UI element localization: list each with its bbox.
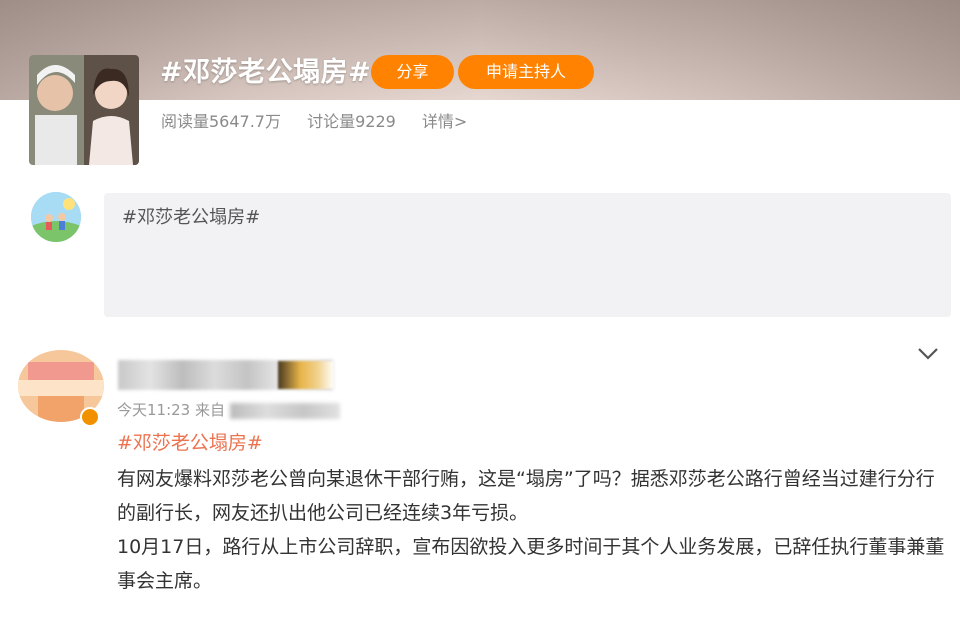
verified-badge-icon xyxy=(80,407,100,427)
share-button[interactable]: 分享 xyxy=(371,55,454,89)
member-badge-icon xyxy=(278,361,334,389)
post-paragraph: 有网友爆料邓莎老公曾向某退休干部行贿，这是“塌房”了吗？据悉邓莎老公路行曾经当过… xyxy=(117,468,935,524)
topic-stats: 阅读量5647.7万 讨论量9229 详情> xyxy=(161,108,488,132)
discussion-count: 讨论量9229 xyxy=(307,112,396,131)
apply-host-button[interactable]: 申请主持人 xyxy=(458,55,594,89)
read-count: 阅读量5647.7万 xyxy=(161,112,281,131)
post-source-prefix: 来自 xyxy=(195,401,226,419)
post-hashtag-link[interactable]: #邓莎老公塌房# xyxy=(117,428,263,455)
details-link[interactable]: 详情> xyxy=(422,112,467,131)
post-time: 今天11:23 xyxy=(117,401,191,419)
comment-input[interactable]: #邓莎老公塌房# xyxy=(104,193,951,317)
post-body: 有网友爆料邓莎老公曾向某退休干部行贿，这是“塌房”了吗？据悉邓莎老公路行曾经当过… xyxy=(117,462,947,598)
topic-title: #邓莎老公塌房# xyxy=(160,57,372,88)
post-source-redacted xyxy=(229,402,340,419)
topic-cover-image xyxy=(29,55,139,165)
post-paragraph: 10月17日，路行从上市公司辞职，宣布因欲投入更多时间于其个人业务发展，已辞任执… xyxy=(117,536,945,592)
post-meta: 今天11:23 来自 xyxy=(117,399,340,420)
chevron-down-icon[interactable] xyxy=(916,344,940,364)
current-user-avatar[interactable] xyxy=(31,192,81,242)
